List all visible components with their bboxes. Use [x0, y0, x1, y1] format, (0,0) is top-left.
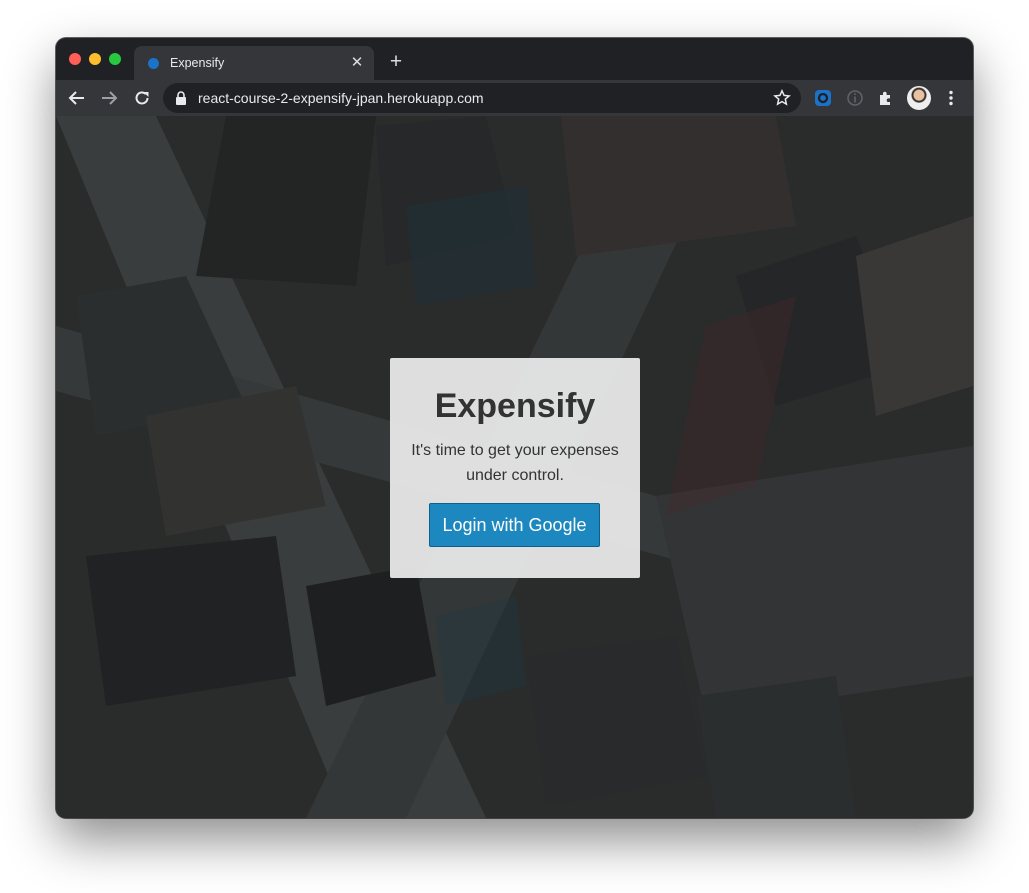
info-icon[interactable] — [843, 86, 867, 110]
tab-strip: Expensify ✕ + — [56, 38, 973, 80]
puzzle-icon[interactable] — [874, 86, 898, 110]
url-text: react-course-2-expensify-jpan.herokuapp.… — [198, 90, 484, 106]
forward-icon[interactable] — [97, 86, 121, 110]
maximize-window-button[interactable] — [109, 53, 121, 65]
tab-title: Expensify — [170, 56, 225, 70]
reload-icon[interactable] — [130, 86, 154, 110]
address-bar[interactable]: react-course-2-expensify-jpan.herokuapp.… — [163, 83, 801, 113]
tab-expensify[interactable]: Expensify ✕ — [134, 46, 374, 80]
page-subtitle: It's time to get your expenses under con… — [411, 442, 619, 484]
page-title: Expensify — [434, 387, 596, 425]
favicon-icon — [148, 58, 159, 69]
browser-window: Expensify ✕ + react-course-2-expensify-j… — [56, 38, 973, 818]
close-window-button[interactable] — [69, 53, 81, 65]
back-icon[interactable] — [65, 86, 89, 110]
star-icon[interactable] — [773, 88, 791, 107]
close-tab-icon[interactable]: ✕ — [348, 54, 366, 72]
lock-icon — [175, 91, 187, 105]
avatar[interactable] — [907, 86, 931, 110]
kebab-menu-icon[interactable] — [939, 86, 963, 110]
login-with-google-button[interactable]: Login with Google — [429, 503, 600, 547]
page-content: Expensify It's time to get your expenses… — [56, 116, 973, 818]
login-card: Expensify It's time to get your expenses… — [390, 358, 640, 578]
browser-toolbar: react-course-2-expensify-jpan.herokuapp.… — [56, 80, 973, 116]
extension-icon[interactable] — [811, 86, 835, 110]
new-tab-button[interactable]: + — [386, 51, 406, 72]
minimize-window-button[interactable] — [89, 53, 101, 65]
